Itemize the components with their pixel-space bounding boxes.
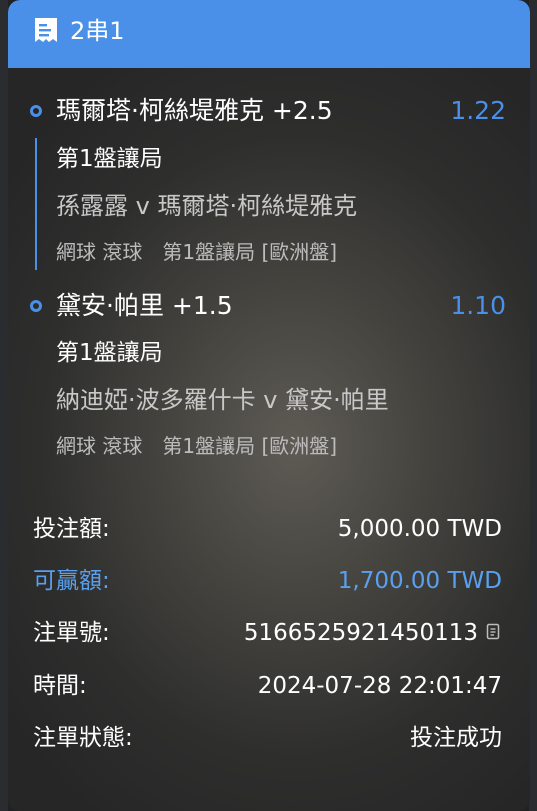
selection-name: 瑪爾塔·柯絲堤雅克 +2.5: [56, 96, 333, 125]
bet-time-value: 2024-07-28 22:01:47: [257, 673, 502, 699]
stake-label: 投注額:: [33, 516, 110, 542]
background-page-left: [0, 0, 8, 811]
selection-market: 第1盤讓局: [56, 340, 163, 366]
stake-value: 5,000.00 TWD: [337, 516, 502, 542]
selection-meta: 網球 滾球 第1盤讓局 [歐洲盤]: [56, 434, 338, 458]
selection-connector-line: [35, 138, 37, 270]
bet-detail-card: 2串1 瑪爾塔·柯絲堤雅克 +2.5 1.22 第1盤讓局 孫露露 v 瑪爾塔·…: [8, 0, 530, 811]
selection-meta: 網球 滾球 第1盤讓局 [歐洲盤]: [56, 240, 338, 264]
selection-odds: 1.10: [450, 291, 506, 320]
potential-win-value: 1,700.00 TWD: [337, 568, 502, 594]
bet-status-value: 投注成功: [410, 725, 502, 751]
selection-match: 孫露露 v 瑪爾塔·柯絲堤雅克: [56, 192, 358, 220]
selection-match: 納迪婭·波多羅什卡 v 黛安·帕里: [56, 386, 389, 414]
copy-icon[interactable]: [486, 623, 502, 641]
background-page-right: [529, 0, 537, 811]
bet-type-title: 2串1: [70, 17, 125, 45]
selection-market: 第1盤讓局: [56, 146, 163, 172]
bet-status-label: 注單狀態:: [33, 725, 133, 751]
selection-bullet-icon: [30, 300, 42, 312]
ticket-number-label: 注單號:: [33, 620, 110, 646]
selection-name: 黛安·帕里 +1.5: [56, 291, 233, 320]
potential-win-label: 可贏額:: [33, 568, 110, 594]
card-header: 2串1: [8, 0, 530, 68]
receipt-icon: [35, 18, 57, 42]
bet-time-label: 時間:: [33, 673, 87, 699]
ticket-number-value: 5166525921450113: [243, 620, 478, 646]
selection-odds: 1.22: [450, 96, 506, 125]
bet-slip-screen: 2串1 瑪爾塔·柯絲堤雅克 +2.5 1.22 第1盤讓局 孫露露 v 瑪爾塔·…: [0, 0, 537, 811]
selection-bullet-icon: [30, 105, 42, 117]
